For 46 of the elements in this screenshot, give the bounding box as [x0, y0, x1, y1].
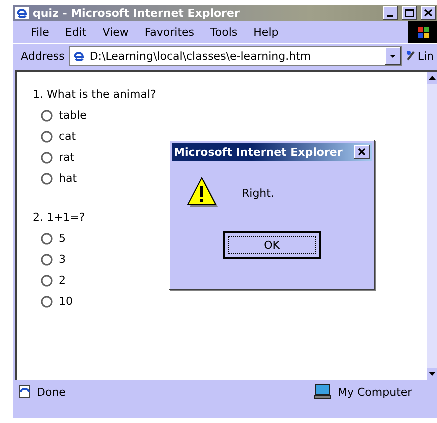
- page-icon: [72, 50, 86, 62]
- scroll-down-icon[interactable]: [427, 368, 437, 380]
- computer-icon: [314, 384, 332, 400]
- option-label[interactable]: hat: [59, 172, 78, 185]
- radio-button[interactable]: [41, 254, 53, 266]
- option-label[interactable]: cat: [59, 130, 76, 143]
- zone-text: My Computer: [338, 386, 412, 398]
- radio-button[interactable]: [41, 110, 53, 122]
- close-icon[interactable]: [421, 6, 436, 20]
- status-text: Done: [37, 386, 67, 398]
- option-label[interactable]: 3: [59, 253, 66, 266]
- dialog-title: Microsoft Internet Explorer: [174, 146, 343, 158]
- browser-icon: [15, 7, 29, 19]
- question-text: 2. 1+1=?: [33, 211, 86, 224]
- page-icon: [17, 385, 33, 399]
- menu-item[interactable]: Edit: [57, 24, 95, 40]
- menu-item[interactable]: File: [23, 24, 58, 40]
- dialog-message: Right.: [242, 186, 274, 200]
- question-text: 1. What is the animal?: [33, 88, 158, 101]
- scrollbar[interactable]: [427, 72, 437, 380]
- link-icon: [406, 50, 416, 62]
- radio-button[interactable]: [41, 172, 53, 184]
- menu-item[interactable]: Favorites: [136, 24, 203, 40]
- radio-button[interactable]: [41, 274, 53, 286]
- radio-button[interactable]: [41, 232, 53, 244]
- window-title: quiz - Microsoft Internet Explorer: [33, 6, 241, 20]
- menu-item[interactable]: View: [94, 24, 137, 40]
- option-label[interactable]: rat: [59, 151, 75, 164]
- option-label[interactable]: 10: [59, 295, 73, 308]
- radio-button[interactable]: [41, 152, 53, 164]
- close-icon[interactable]: [354, 145, 370, 159]
- maximize-icon[interactable]: [402, 6, 417, 20]
- scroll-up-icon[interactable]: [427, 72, 437, 84]
- warning-icon: [186, 177, 220, 209]
- ok-button[interactable]: OK: [223, 231, 321, 259]
- menu-item[interactable]: Tools: [202, 24, 246, 40]
- links-button[interactable]: Lin: [406, 50, 436, 62]
- option-label[interactable]: 2: [59, 274, 66, 287]
- address-label: Address: [21, 50, 65, 62]
- address-field[interactable]: D:\Learning\local\classes\e-learning.htm: [68, 46, 402, 66]
- radio-button[interactable]: [41, 296, 53, 308]
- minimize-icon[interactable]: [383, 6, 398, 20]
- menu-item[interactable]: Help: [246, 24, 287, 40]
- option-label[interactable]: table: [59, 109, 87, 122]
- option-label[interactable]: 5: [59, 232, 66, 245]
- radio-button[interactable]: [41, 130, 53, 142]
